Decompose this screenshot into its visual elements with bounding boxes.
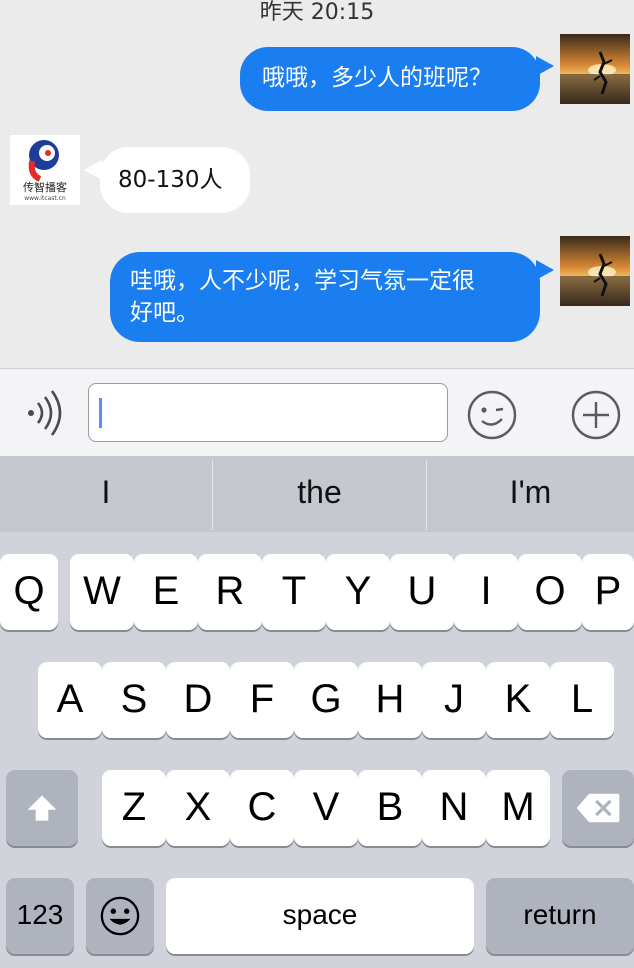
- key-a[interactable]: A: [38, 662, 102, 738]
- key-j[interactable]: J: [422, 662, 486, 738]
- key-y[interactable]: Y: [326, 554, 390, 630]
- message-timestamp: 昨天 20:15: [259, 0, 375, 25]
- input-bar: [0, 368, 634, 456]
- bubble-tail: [536, 260, 554, 280]
- message-input[interactable]: [88, 383, 448, 442]
- keyboard: I the I'm Q W E R T Y U I O P A S D F G …: [0, 456, 634, 968]
- key-w[interactable]: W: [70, 554, 134, 630]
- voice-button[interactable]: [22, 389, 66, 437]
- user-avatar[interactable]: [560, 236, 630, 306]
- shift-icon: [27, 795, 57, 821]
- user-avatar[interactable]: [560, 34, 630, 104]
- key-z[interactable]: Z: [102, 770, 166, 846]
- key-d[interactable]: D: [166, 662, 230, 738]
- key-q[interactable]: Q: [0, 554, 58, 630]
- plus-icon: [571, 390, 621, 440]
- backspace-icon: [576, 793, 620, 823]
- message-bubble-incoming[interactable]: 80-130人: [100, 147, 250, 213]
- key-u[interactable]: U: [390, 554, 454, 630]
- message-text-line: 哇哦，人不少呢，学习气氛一定很: [130, 268, 475, 294]
- suggestion-item[interactable]: the: [213, 456, 426, 532]
- chat-area[interactable]: 昨天 20:15 哦哦，多少人的班呢？ 传智播客 www.itcast.cn 8…: [0, 0, 634, 368]
- suggestion-bar: I the I'm: [0, 456, 634, 532]
- key-l[interactable]: L: [550, 662, 614, 738]
- emoji-key[interactable]: [86, 878, 154, 954]
- message-bubble-outgoing[interactable]: 哇哦，人不少呢，学习气氛一定很 好吧。: [110, 252, 540, 342]
- contact-avatar-name: 传智播客: [23, 181, 67, 194]
- backspace-key[interactable]: [562, 770, 634, 846]
- key-i[interactable]: I: [454, 554, 518, 630]
- key-s[interactable]: S: [102, 662, 166, 738]
- key-r[interactable]: R: [198, 554, 262, 630]
- emoji-icon: [467, 390, 517, 440]
- key-n[interactable]: N: [422, 770, 486, 846]
- key-p[interactable]: P: [582, 554, 634, 630]
- key-e[interactable]: E: [134, 554, 198, 630]
- message-bubble-outgoing[interactable]: 哦哦，多少人的班呢？: [240, 47, 540, 111]
- key-x[interactable]: X: [166, 770, 230, 846]
- return-key[interactable]: return: [486, 878, 634, 954]
- emoji-button[interactable]: [466, 389, 518, 441]
- shift-key[interactable]: [6, 770, 78, 846]
- suggestion-item[interactable]: I: [0, 456, 212, 532]
- plus-button[interactable]: [570, 389, 622, 441]
- voice-icon: [28, 390, 62, 436]
- message-text: 80-130人: [118, 167, 223, 193]
- key-c[interactable]: C: [230, 770, 294, 846]
- message-text-line: 好吧。: [130, 300, 199, 326]
- key-g[interactable]: G: [294, 662, 358, 738]
- suggestion-item[interactable]: I'm: [427, 456, 634, 532]
- key-f[interactable]: F: [230, 662, 294, 738]
- space-key[interactable]: space: [166, 878, 474, 954]
- key-t[interactable]: T: [262, 554, 326, 630]
- contact-avatar[interactable]: 传智播客 www.itcast.cn: [10, 135, 80, 205]
- message-text: 哦哦，多少人的班呢？: [262, 65, 492, 91]
- text-caret: [99, 398, 102, 428]
- contact-avatar-url: www.itcast.cn: [24, 195, 66, 202]
- bubble-tail: [536, 56, 554, 76]
- key-o[interactable]: O: [518, 554, 582, 630]
- key-k[interactable]: K: [486, 662, 550, 738]
- emoji-icon: [100, 896, 140, 936]
- key-h[interactable]: H: [358, 662, 422, 738]
- key-v[interactable]: V: [294, 770, 358, 846]
- key-m[interactable]: M: [486, 770, 550, 846]
- key-b[interactable]: B: [358, 770, 422, 846]
- numbers-key[interactable]: 123: [6, 878, 74, 954]
